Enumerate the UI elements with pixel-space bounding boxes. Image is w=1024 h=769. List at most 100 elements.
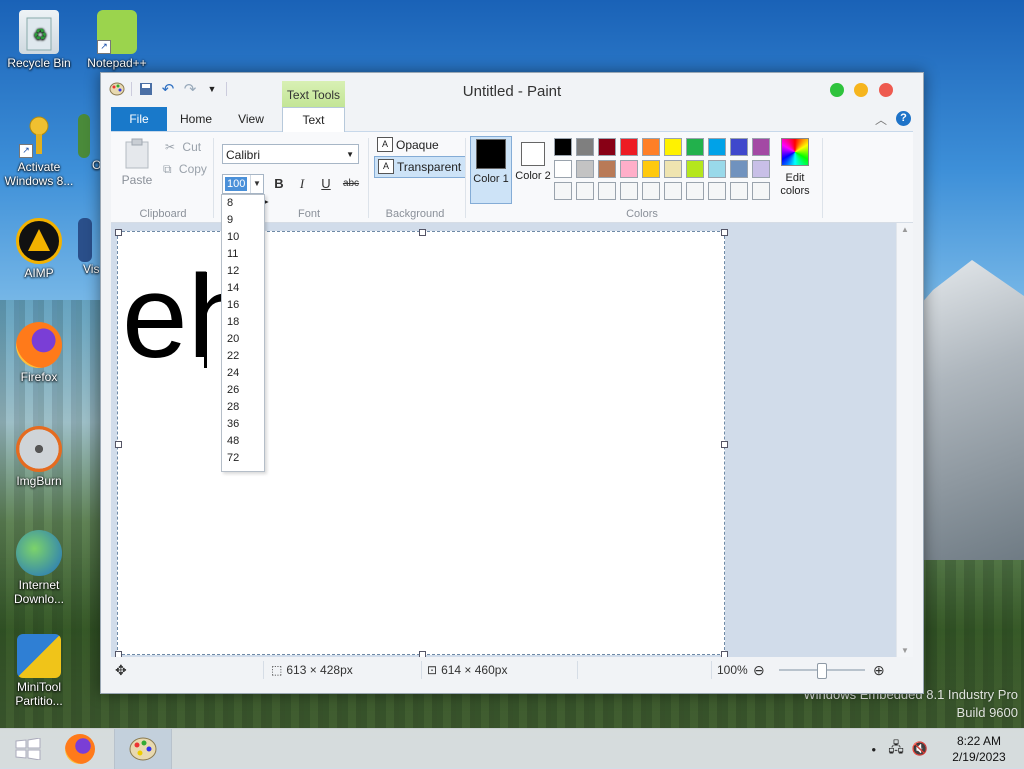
tab-home[interactable]: Home (171, 107, 221, 131)
tray-dot-icon[interactable]: ● (871, 745, 876, 754)
resize-handle[interactable] (115, 441, 122, 448)
volume-muted-icon[interactable]: 🔇 (912, 741, 928, 757)
font-size-option[interactable]: 10 (222, 229, 264, 246)
palette-color-swatch[interactable] (664, 138, 682, 156)
palette-color-swatch[interactable] (576, 138, 594, 156)
font-size-option[interactable]: 8 (222, 195, 264, 212)
palette-color-swatch[interactable] (752, 160, 770, 178)
desktop-icon-minitool[interactable]: MiniTool Partitio... (1, 634, 77, 708)
zoom-out-icon[interactable]: ⊖ (753, 659, 765, 681)
palette-color-swatch[interactable] (708, 160, 726, 178)
taskbar-paint[interactable] (114, 729, 172, 769)
font-family-select[interactable]: Calibri ▼ (222, 144, 359, 164)
desktop-icon-internet-download[interactable]: Internet Downlo... (1, 530, 77, 606)
close-button[interactable] (879, 83, 893, 97)
resize-handle[interactable] (419, 651, 426, 657)
palette-color-swatch[interactable] (686, 182, 704, 200)
strikethrough-button[interactable]: abc (340, 175, 362, 193)
collapse-ribbon-icon[interactable]: ︿ (875, 111, 887, 128)
palette-color-swatch[interactable] (686, 160, 704, 178)
palette-color-swatch[interactable] (620, 160, 638, 178)
font-size-option[interactable]: 26 (222, 382, 264, 399)
palette-color-swatch[interactable] (642, 182, 660, 200)
desktop-icon-activate-windows[interactable]: ↗ Activate Windows 8... (1, 114, 77, 188)
resize-handle[interactable] (721, 441, 728, 448)
desktop-icon-firefox[interactable]: Firefox (1, 322, 77, 384)
font-size-option[interactable]: 11 (222, 246, 264, 263)
title-bar[interactable]: ↶ ↷ ▼ Text Tools Untitled - Paint (101, 73, 923, 107)
palette-color-swatch[interactable] (576, 182, 594, 200)
palette-color-swatch[interactable] (554, 182, 572, 200)
font-size-value[interactable]: 100 (225, 177, 248, 191)
palette-color-swatch[interactable] (598, 138, 616, 156)
color1-button[interactable]: Color 1 (470, 136, 512, 204)
palette-color-swatch[interactable] (554, 138, 572, 156)
underline-button[interactable]: U (317, 175, 335, 193)
palette-color-swatch[interactable] (708, 138, 726, 156)
palette-color-swatch[interactable] (708, 182, 726, 200)
scroll-up-icon[interactable]: ▲ (897, 225, 913, 234)
palette-color-swatch[interactable] (576, 160, 594, 178)
desktop-icon-imgburn[interactable]: ImgBurn (1, 426, 77, 488)
copy-button[interactable]: ⧉ Copy (163, 162, 207, 177)
font-size-option[interactable]: 48 (222, 433, 264, 450)
palette-color-swatch[interactable] (664, 160, 682, 178)
palette-color-swatch[interactable] (598, 160, 616, 178)
palette-color-swatch[interactable] (642, 138, 660, 156)
help-icon[interactable]: ? (896, 111, 911, 126)
paste-button[interactable]: Paste (121, 138, 153, 187)
color2-button[interactable]: Color 2 (513, 136, 553, 202)
maximize-button[interactable] (830, 83, 844, 97)
font-size-option[interactable]: 28 (222, 399, 264, 416)
palette-color-swatch[interactable] (686, 138, 704, 156)
resize-handle[interactable] (721, 229, 728, 236)
font-size-option[interactable]: 18 (222, 314, 264, 331)
scroll-down-icon[interactable]: ▼ (897, 646, 913, 655)
desktop-icon-aimp[interactable]: AIMP (1, 218, 77, 280)
chevron-down-icon[interactable]: ▼ (250, 175, 263, 193)
desktop-icon-notepadpp[interactable]: ↗ Notepad++ (79, 10, 155, 70)
palette-color-swatch[interactable] (598, 182, 616, 200)
font-size-option[interactable]: 9 (222, 212, 264, 229)
font-size-option[interactable]: 72 (222, 450, 264, 467)
transparent-button[interactable]: A Transparent (374, 156, 467, 178)
tab-text[interactable]: Text (282, 107, 345, 133)
resize-handle[interactable] (115, 651, 122, 657)
tab-file[interactable]: File (111, 107, 167, 131)
drawing-canvas[interactable]: eh (115, 229, 728, 657)
palette-color-swatch[interactable] (730, 182, 748, 200)
resize-handle[interactable] (721, 651, 728, 657)
font-size-option[interactable]: 24 (222, 365, 264, 382)
resize-handle[interactable] (115, 229, 122, 236)
palette-color-swatch[interactable] (554, 160, 572, 178)
font-size-option[interactable]: 12 (222, 263, 264, 280)
start-button[interactable] (0, 729, 56, 769)
palette-color-swatch[interactable] (752, 138, 770, 156)
palette-color-swatch[interactable] (620, 138, 638, 156)
font-size-option[interactable]: 14 (222, 280, 264, 297)
palette-color-swatch[interactable] (752, 182, 770, 200)
edit-colors-button[interactable]: Edit colors (775, 136, 815, 198)
cut-button[interactable]: ✂ Cut (165, 140, 201, 154)
tab-view[interactable]: View (227, 107, 275, 131)
font-size-option[interactable]: 16 (222, 297, 264, 314)
opaque-button[interactable]: A Opaque (374, 135, 443, 155)
bold-button[interactable]: B (270, 175, 288, 193)
font-size-option[interactable]: 36 (222, 416, 264, 433)
zoom-slider-thumb[interactable] (817, 663, 827, 679)
taskbar-firefox[interactable] (52, 729, 108, 769)
palette-color-swatch[interactable] (620, 182, 638, 200)
palette-color-swatch[interactable] (730, 138, 748, 156)
palette-color-swatch[interactable] (730, 160, 748, 178)
taskbar-clock[interactable]: 8:22 AM 2/19/2023 (934, 733, 1024, 765)
italic-button[interactable]: I (293, 175, 311, 193)
minimize-button[interactable] (854, 83, 868, 97)
font-size-option[interactable]: 22 (222, 348, 264, 365)
font-size-option[interactable]: 20 (222, 331, 264, 348)
network-icon[interactable]: 🖧 (888, 737, 904, 761)
desktop-icon-recycle-bin[interactable]: ♻ Recycle Bin (1, 10, 77, 70)
zoom-in-icon[interactable]: ⊕ (873, 659, 885, 681)
palette-color-swatch[interactable] (664, 182, 682, 200)
font-size-select[interactable]: 100 ▼ (222, 174, 264, 194)
zoom-slider[interactable] (779, 663, 865, 679)
